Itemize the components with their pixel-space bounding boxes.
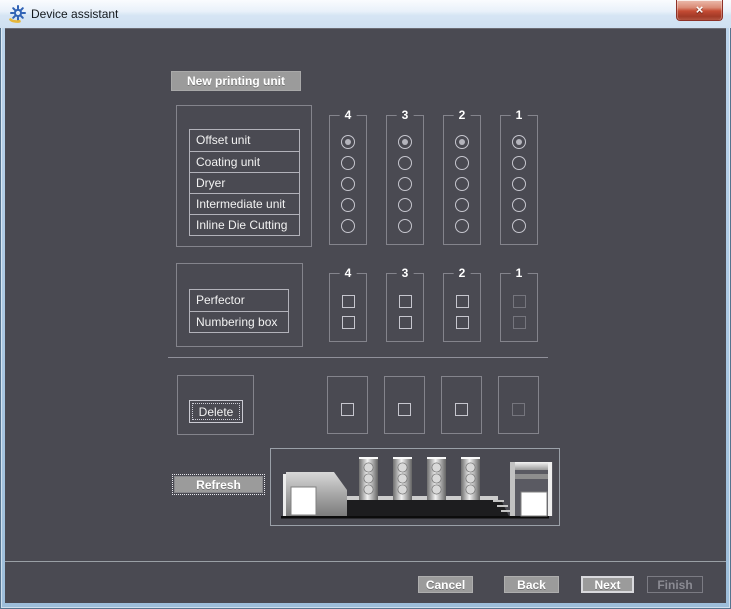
delete-checkbox-col2[interactable]	[455, 403, 468, 416]
delete-column-1	[498, 376, 539, 434]
window-title: Device assistant	[31, 7, 118, 21]
option-label-numbering-box: Numbering box	[190, 311, 288, 332]
options-column-2-header: 2	[454, 266, 471, 281]
radio-coating-unit-col3[interactable]	[398, 156, 412, 170]
delete-column-4	[327, 376, 368, 434]
device-assistant-window: Device assistant × New printing unit Off…	[0, 0, 731, 609]
delete-checkbox-col3[interactable]	[398, 403, 411, 416]
next-button[interactable]: Next	[581, 576, 634, 593]
footer-divider	[5, 561, 726, 562]
unit-label-intermediate-unit: Intermediate unit	[190, 193, 299, 214]
radio-intermediate-unit-col2[interactable]	[455, 198, 469, 212]
option-label-perfector: Perfector	[190, 290, 288, 311]
refresh-focus-rect: Refresh	[172, 474, 265, 495]
unit-type-label-list: Offset unit Coating unit Dryer Intermedi…	[189, 129, 300, 236]
options-groupbox: Perfector Numbering box	[176, 263, 303, 347]
radio-dryer-col2[interactable]	[455, 177, 469, 191]
back-button[interactable]: Back	[504, 576, 559, 593]
delete-groupbox: Delete	[177, 375, 254, 435]
radio-dryer-col4[interactable]	[341, 177, 355, 191]
options-label-list: Perfector Numbering box	[189, 289, 289, 333]
options-column-4: 4	[329, 273, 367, 342]
checkbox-numbering-box-col2[interactable]	[456, 316, 469, 329]
unit-column-3: 3	[386, 115, 424, 245]
checkbox-perfector-col3[interactable]	[399, 295, 412, 308]
unit-column-2-header: 2	[454, 108, 471, 123]
radio-coating-unit-col2[interactable]	[455, 156, 469, 170]
delete-column-3	[384, 376, 425, 434]
radio-offset-unit-col1[interactable]	[512, 135, 526, 149]
titlebar[interactable]: Device assistant ×	[0, 0, 731, 28]
radio-intermediate-unit-col3[interactable]	[398, 198, 412, 212]
radio-dryer-col1[interactable]	[512, 177, 526, 191]
unit-label-dryer: Dryer	[190, 172, 299, 193]
delete-checkbox-col1	[512, 403, 525, 416]
checkbox-perfector-col2[interactable]	[456, 295, 469, 308]
unit-column-4: 4	[329, 115, 367, 245]
new-printing-unit-button[interactable]: New printing unit	[171, 71, 301, 91]
app-icon	[9, 5, 27, 23]
unit-type-groupbox: Offset unit Coating unit Dryer Intermedi…	[176, 105, 312, 247]
radio-inline-die-cutting-col2[interactable]	[455, 219, 469, 233]
unit-column-2: 2	[443, 115, 481, 245]
dialog-body: New printing unit Offset unit Coating un…	[5, 28, 726, 603]
unit-column-4-header: 4	[340, 108, 357, 123]
radio-inline-die-cutting-col3[interactable]	[398, 219, 412, 233]
options-column-3: 3	[386, 273, 424, 342]
options-column-2: 2	[443, 273, 481, 342]
refresh-button[interactable]: Refresh	[174, 476, 263, 493]
radio-inline-die-cutting-col1[interactable]	[512, 219, 526, 233]
finish-button: Finish	[647, 576, 703, 593]
unit-label-inline-die-cutting: Inline Die Cutting	[190, 214, 299, 235]
radio-offset-unit-col2[interactable]	[455, 135, 469, 149]
unit-label-offset-unit: Offset unit	[190, 130, 299, 151]
delete-button[interactable]: Delete	[189, 400, 243, 423]
radio-coating-unit-col4[interactable]	[341, 156, 355, 170]
checkbox-numbering-box-col1	[513, 316, 526, 329]
radio-offset-unit-col3[interactable]	[398, 135, 412, 149]
unit-column-1: 1	[500, 115, 538, 245]
radio-dryer-col3[interactable]	[398, 177, 412, 191]
unit-column-1-header: 1	[511, 108, 528, 123]
checkbox-perfector-col4[interactable]	[342, 295, 355, 308]
section-divider	[168, 357, 548, 358]
delete-checkbox-col4[interactable]	[341, 403, 354, 416]
close-button[interactable]: ×	[676, 0, 723, 21]
radio-intermediate-unit-col4[interactable]	[341, 198, 355, 212]
options-column-1: 1	[500, 273, 538, 342]
unit-column-3-header: 3	[397, 108, 414, 123]
close-icon: ×	[696, 2, 704, 17]
cancel-button[interactable]: Cancel	[418, 576, 473, 593]
radio-intermediate-unit-col1[interactable]	[512, 198, 526, 212]
press-schematic-icon	[271, 449, 559, 525]
options-column-4-header: 4	[340, 266, 357, 281]
radio-coating-unit-col1[interactable]	[512, 156, 526, 170]
options-column-1-header: 1	[511, 266, 528, 281]
checkbox-numbering-box-col4[interactable]	[342, 316, 355, 329]
checkbox-perfector-col1	[513, 295, 526, 308]
radio-inline-die-cutting-col4[interactable]	[341, 219, 355, 233]
radio-offset-unit-col4[interactable]	[341, 135, 355, 149]
options-column-3-header: 3	[397, 266, 414, 281]
checkbox-numbering-box-col3[interactable]	[399, 316, 412, 329]
unit-label-coating-unit: Coating unit	[190, 151, 299, 172]
delete-column-2	[441, 376, 482, 434]
press-preview-image	[270, 448, 560, 526]
